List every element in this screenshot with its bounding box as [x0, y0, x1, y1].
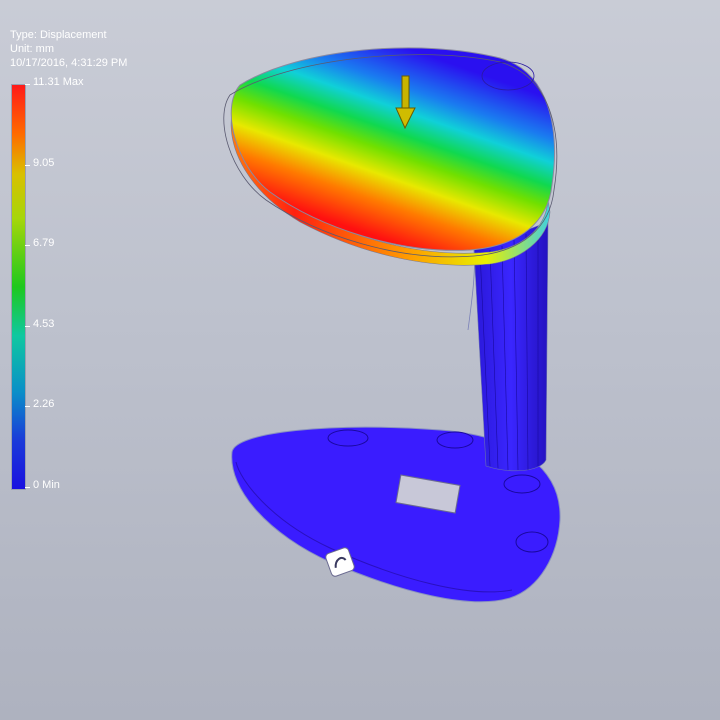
legend-label: 6.79 [33, 237, 55, 249]
legend-tick [25, 406, 30, 407]
legend-label: 4.53 [33, 318, 55, 330]
legend-label: 2.26 [33, 398, 55, 410]
legend-tick [25, 326, 30, 327]
top-plate [230, 47, 555, 251]
result-type: Type: Displacement [10, 29, 107, 41]
legend-tick [25, 84, 30, 85]
legend-min-label: 0 Min [33, 479, 60, 491]
result-unit: Unit: mm [10, 43, 54, 55]
legend-max-label: 11.31 Max [33, 76, 84, 88]
legend-label: 9.05 [33, 157, 55, 169]
legend-tick [25, 245, 30, 246]
result-timestamp: 10/17/2016, 4:31:29 PM [10, 57, 128, 69]
color-legend-bar [11, 84, 26, 490]
legend-tick [25, 165, 30, 166]
legend-tick [25, 487, 30, 488]
result-info: Type: Displacement Unit: mm 10/17/2016, … [10, 28, 127, 70]
model-viewport[interactable] [0, 0, 720, 720]
